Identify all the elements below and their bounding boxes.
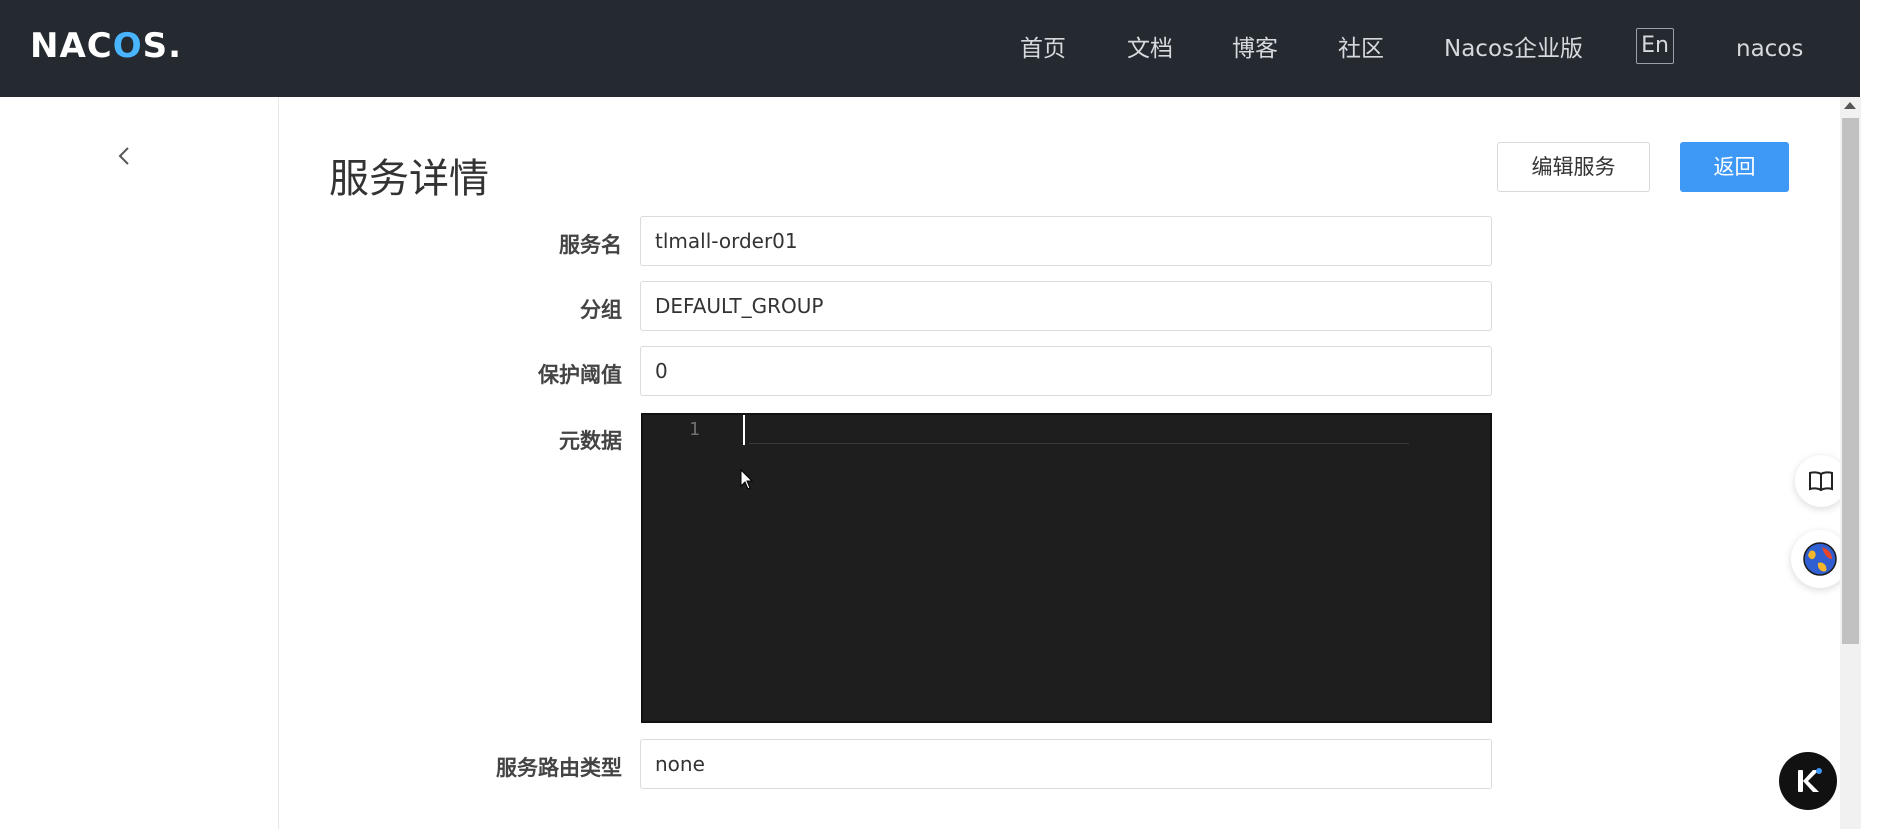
- protect-threshold-field[interactable]: 0: [640, 346, 1492, 396]
- edit-service-button[interactable]: 编辑服务: [1497, 142, 1650, 192]
- nav-enterprise[interactable]: Nacos企业版: [1444, 32, 1583, 66]
- nav-blog[interactable]: 博客: [1232, 32, 1278, 66]
- chevron-left-icon[interactable]: [117, 146, 131, 166]
- scrollbar-thumb[interactable]: [1842, 118, 1859, 644]
- user-menu[interactable]: nacos: [1736, 32, 1803, 66]
- current-line-highlight: [749, 443, 1409, 444]
- nacos-logo[interactable]: NAC O S.: [30, 24, 182, 68]
- service-name-label: 服务名: [559, 233, 622, 257]
- line-number: 1: [689, 419, 700, 440]
- nav-community[interactable]: 社区: [1338, 32, 1384, 66]
- service-name-field[interactable]: tlmall-order01: [640, 216, 1492, 266]
- logo-text-end: S.: [142, 26, 183, 66]
- logo-text-start: NAC: [30, 26, 113, 66]
- metadata-code-editor[interactable]: 1: [641, 413, 1492, 723]
- group-label: 分组: [580, 298, 622, 322]
- k-assistant-icon: [1798, 768, 1822, 792]
- logo-text-o: O: [112, 26, 143, 66]
- mouse-pointer-icon: [740, 469, 754, 490]
- assistant-float-button[interactable]: [1779, 752, 1837, 810]
- metadata-label: 元数据: [559, 429, 622, 453]
- group-field[interactable]: DEFAULT_GROUP: [640, 281, 1492, 331]
- scroll-up-arrow-icon[interactable]: [1844, 102, 1856, 109]
- book-icon: [1809, 471, 1833, 492]
- protect-threshold-label: 保护阈值: [538, 363, 622, 387]
- nav-docs[interactable]: 文档: [1127, 32, 1173, 66]
- page-title: 服务详情: [329, 156, 489, 202]
- sidebar-collapsed: [0, 97, 279, 829]
- nav-home[interactable]: 首页: [1020, 32, 1066, 66]
- back-button[interactable]: 返回: [1680, 142, 1789, 192]
- top-navigation-bar: NAC O S. 首页 文档 博客 社区 Nacos企业版 En nacos: [0, 0, 1860, 97]
- editor-gutter: [643, 415, 703, 721]
- route-type-field[interactable]: none: [640, 739, 1492, 789]
- route-type-label: 服务路由类型: [496, 756, 622, 780]
- text-caret: [743, 415, 745, 445]
- language-toggle-button[interactable]: En: [1636, 28, 1674, 64]
- globe-icon: [1803, 542, 1837, 576]
